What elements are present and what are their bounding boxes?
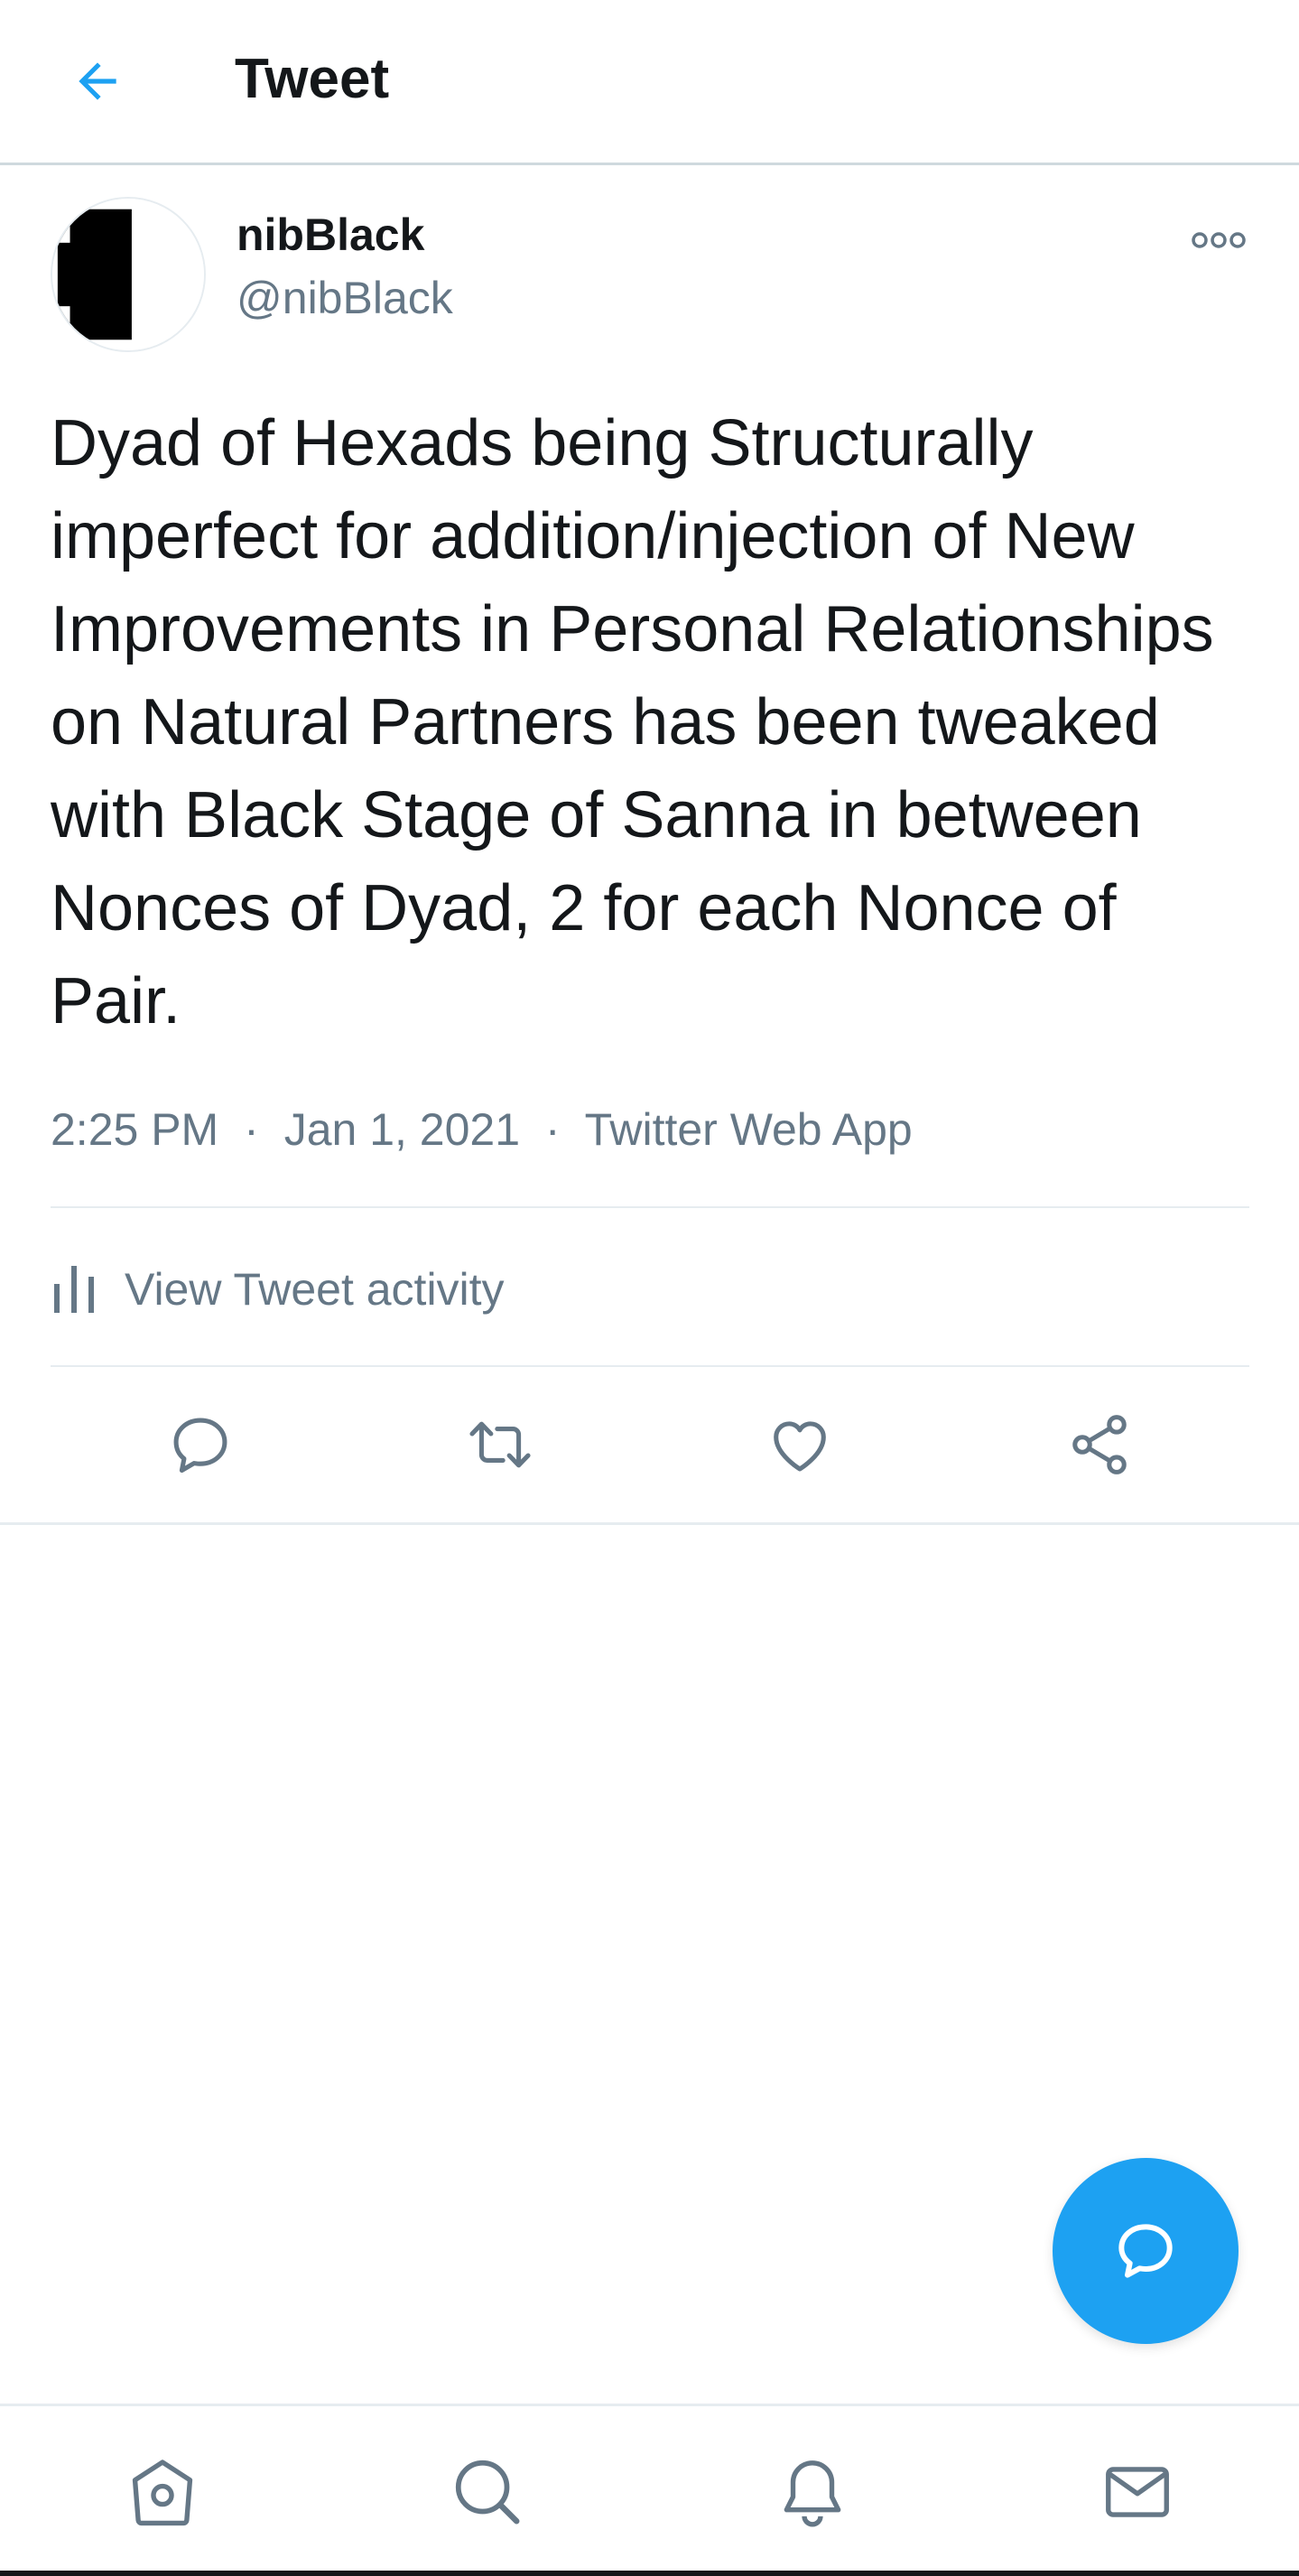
tweet-text: Dyad of Hexads being Structurally imperf…: [51, 407, 1214, 1037]
back-button[interactable]: [54, 45, 141, 117]
share-button[interactable]: [1045, 1390, 1154, 1499]
share-icon: [1072, 1415, 1127, 1474]
avatar[interactable]: [51, 197, 206, 352]
view-tweet-activity-button[interactable]: View Tweet activity: [51, 1246, 505, 1333]
like-button[interactable]: [746, 1390, 854, 1499]
author-display-name[interactable]: nibBlack: [237, 208, 424, 262]
retweet-icon: [469, 1421, 531, 1468]
home-icon: [132, 2460, 193, 2526]
more-options-button[interactable]: [1183, 215, 1255, 265]
mail-icon: [1106, 2467, 1169, 2517]
compose-reply-button[interactable]: [1053, 2158, 1239, 2344]
divider: [0, 1522, 1299, 1525]
arrow-left-icon: [79, 62, 116, 100]
nav-messages[interactable]: [1083, 2442, 1192, 2542]
more-options-icon: [1192, 232, 1246, 248]
heart-icon: [774, 1421, 826, 1472]
nav-notifications[interactable]: [758, 2442, 867, 2542]
top-app-bar: Tweet: [0, 0, 1299, 165]
nav-search[interactable]: [433, 2442, 542, 2542]
tweet-source[interactable]: Twitter Web App: [585, 1104, 913, 1155]
bottom-navigation: [0, 2404, 1299, 2576]
reply-icon: [173, 1418, 227, 1474]
divider: [51, 1206, 1249, 1208]
tweet-date[interactable]: Jan 1, 2021: [284, 1104, 520, 1155]
divider: [51, 1365, 1249, 1367]
system-gesture-bar: [0, 2571, 1299, 2576]
bell-icon: [784, 2460, 841, 2527]
tweet-time[interactable]: 2:25 PM: [51, 1104, 218, 1155]
avatar-image: [52, 199, 204, 350]
compose-reply-icon: [1118, 2224, 1173, 2278]
reply-button[interactable]: [146, 1390, 255, 1499]
tweet-detail-screen: Tweet nibBlack @nibBlack Dyad of Hexads …: [0, 0, 1299, 2576]
bar-chart-icon: [54, 1266, 94, 1313]
author-handle[interactable]: @nibBlack: [237, 271, 453, 325]
search-icon: [455, 2460, 520, 2525]
page-title: Tweet: [235, 48, 390, 110]
nav-home[interactable]: [108, 2442, 217, 2542]
tweet-action-bar: [0, 1390, 1299, 1501]
meta-separator: ·: [544, 1104, 561, 1155]
retweet-button[interactable]: [446, 1390, 554, 1499]
meta-separator: ·: [244, 1104, 259, 1155]
tweet-meta: 2:25 PM · Jan 1, 2021 · Twitter Web App: [51, 1100, 913, 1159]
view-tweet-activity-label: View Tweet activity: [125, 1264, 505, 1315]
